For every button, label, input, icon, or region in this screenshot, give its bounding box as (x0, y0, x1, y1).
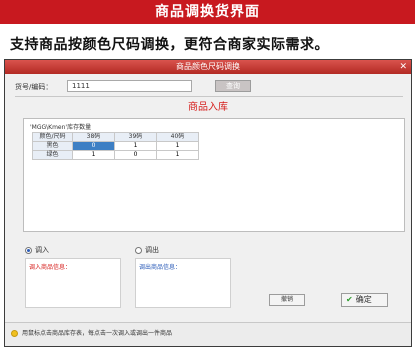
close-icon[interactable]: ✕ (399, 60, 407, 74)
radio-swap-in[interactable]: 调入 (25, 245, 49, 255)
radio-in-label: 调入 (35, 246, 49, 254)
swap-out-info-box: 调出商品信息： (135, 258, 231, 308)
table-row[interactable]: 黑色 0 1 1 (32, 141, 199, 151)
section-title: 商品入库 (188, 102, 228, 113)
checkmark-icon: ✔ (346, 295, 353, 304)
header-cell: 颜色/尺码 (32, 132, 73, 142)
radio-out-label: 调出 (145, 246, 159, 254)
stock-cell[interactable]: 1 (156, 150, 199, 160)
stock-grid-panel: 'MGG\Kmen'库存数量 颜色/尺码 38码 39码 40码 黑色 0 1 … (23, 118, 405, 232)
row-color-cell: 黑色 (32, 141, 73, 151)
cancel-button[interactable]: 撤销 (269, 294, 305, 306)
header-cell: 38码 (72, 132, 115, 142)
code-input[interactable]: 1111 (67, 80, 192, 92)
stock-cell[interactable]: 1 (156, 141, 199, 151)
grid-caption: 'MGG\Kmen'库存数量 (30, 124, 92, 131)
confirm-button[interactable]: ✔ 确定 (341, 293, 388, 307)
table-row[interactable]: 绿色 1 0 1 (32, 150, 199, 160)
stock-cell[interactable]: 0 (114, 150, 157, 160)
dialog-title: 商品颜色尺码调换 (176, 62, 240, 71)
radio-in-indicator[interactable] (25, 246, 32, 254)
feature-subtitle: 支持商品按颜色尺码调换，更符合商家实际需求。 (10, 37, 329, 53)
code-label: 货号/编码： (15, 83, 53, 91)
divider (15, 96, 403, 97)
status-text: 用鼠标点击商品库存表，每点击一次调入或调出一件商品 (22, 330, 173, 337)
dialog-titlebar: 商品颜色尺码调换 ✕ (5, 60, 411, 74)
swap-out-info-label: 调出商品信息： (139, 264, 182, 271)
status-bar: 用鼠标点击商品库存表，每点击一次调入或调出一件商品 (5, 322, 411, 346)
query-button[interactable]: 查询 (215, 80, 251, 92)
table-header-row: 颜色/尺码 38码 39码 40码 (32, 132, 199, 142)
header-cell: 40码 (156, 132, 199, 142)
swap-in-info-box: 调入商品信息： (25, 258, 121, 308)
stock-cell[interactable]: 1 (114, 141, 157, 151)
swap-dialog: 商品颜色尺码调换 ✕ 货号/编码： 1111 查询 商品入库 'MGG\Kmen… (4, 59, 412, 347)
stock-cell[interactable]: 0 (72, 141, 115, 151)
banner-title: 商品调换货界面 (0, 0, 415, 24)
radio-out-indicator[interactable] (135, 246, 142, 254)
confirm-label: 确定 (355, 295, 372, 304)
stock-cell[interactable]: 1 (72, 150, 115, 160)
swap-in-info-label: 调入商品信息： (29, 264, 72, 271)
row-color-cell: 绿色 (32, 150, 73, 160)
lightbulb-icon (11, 330, 18, 337)
header-cell: 39码 (114, 132, 157, 142)
stock-table[interactable]: 颜色/尺码 38码 39码 40码 黑色 0 1 1 绿色 1 0 1 (32, 132, 199, 160)
radio-swap-out[interactable]: 调出 (135, 245, 159, 255)
